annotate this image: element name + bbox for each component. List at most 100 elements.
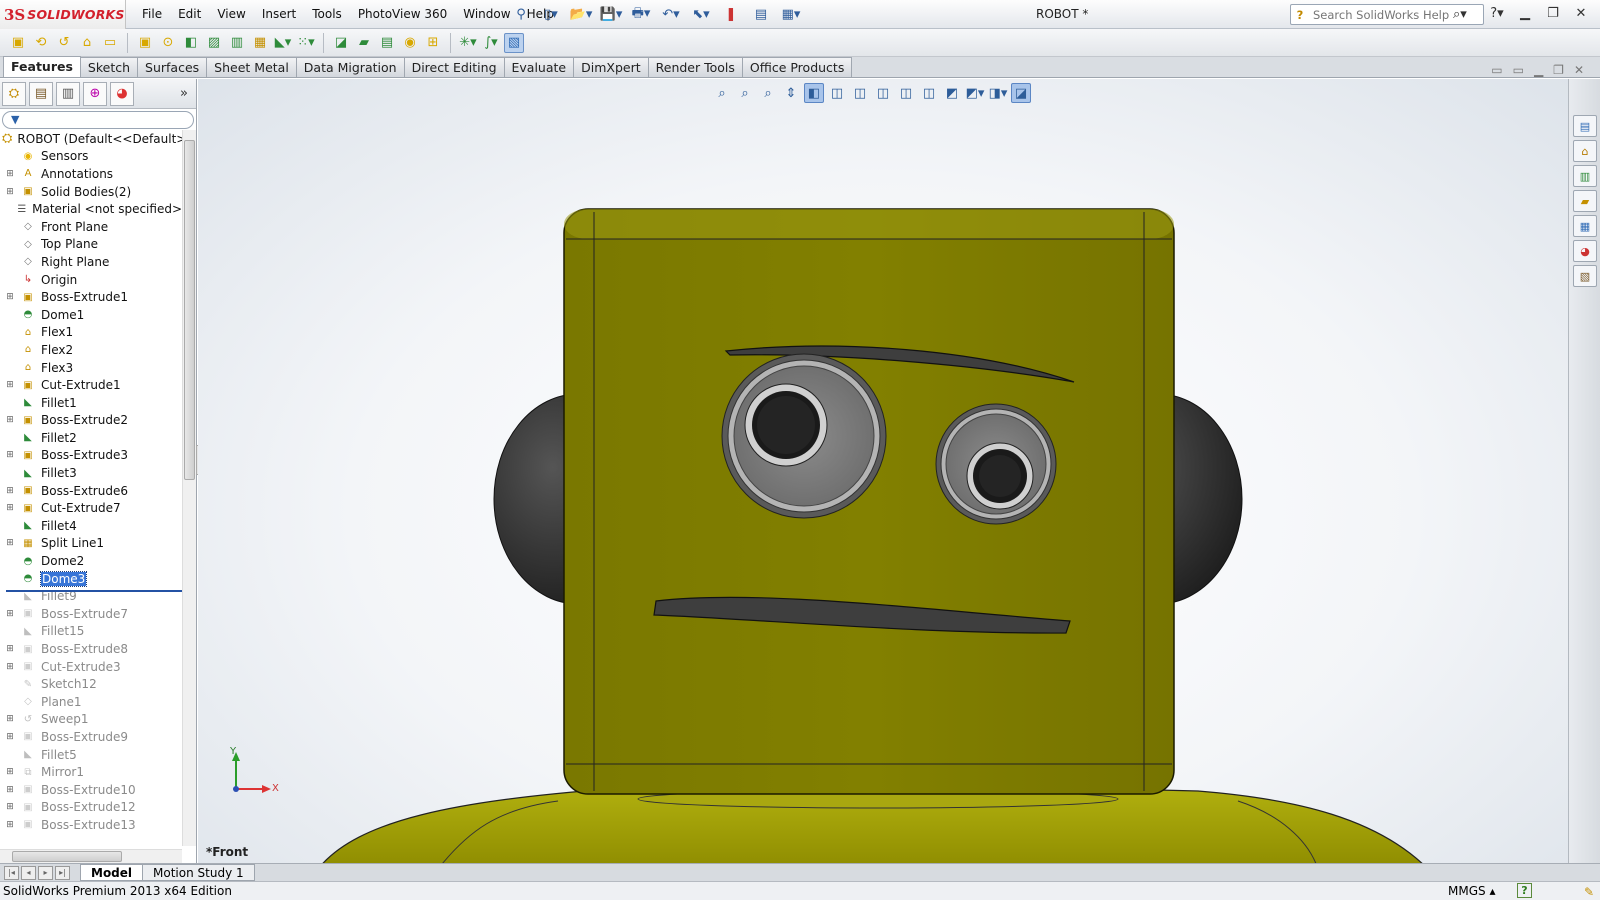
tree-item-boss-extrude3[interactable]: ⊞ ▣ Boss-Extrude3	[0, 447, 182, 465]
print-button[interactable]: 🖶▾	[628, 4, 654, 25]
doc-restore-icon[interactable]: ❐	[1553, 63, 1564, 77]
tree-item-boss-extrude1[interactable]: ⊞ ▣ Boss-Extrude1	[0, 288, 182, 306]
tree-item-fillet15[interactable]: ◣ Fillet15	[0, 623, 182, 641]
tree-item-sketch12[interactable]: ✎ Sketch12	[0, 675, 182, 693]
menu-insert[interactable]: Insert	[254, 0, 304, 29]
tree-item-flex1[interactable]: ⌂ Flex1	[0, 324, 182, 342]
tree-item-flex2[interactable]: ⌂ Flex2	[0, 341, 182, 359]
file-properties-button[interactable]: ▤	[748, 4, 774, 25]
tree-item-boss-extrude7[interactable]: ⊞ ▣ Boss-Extrude7	[0, 605, 182, 623]
tab-sketch[interactable]: Sketch	[79, 57, 139, 77]
tree-item-right-plane[interactable]: ◇ Right Plane	[0, 253, 182, 271]
boundary-boss-icon[interactable]: ▭	[100, 33, 120, 53]
menu-edit[interactable]: Edit	[170, 0, 209, 29]
help-dropdown-icon[interactable]: ?▾	[1486, 4, 1508, 24]
design-library-icon[interactable]: ▥	[1573, 165, 1597, 187]
search-icon[interactable]: ⌕▾	[1453, 7, 1467, 22]
tree-vertical-scrollbar[interactable]	[182, 130, 196, 846]
view-palette-icon[interactable]: ▦	[1573, 215, 1597, 237]
search-input[interactable]	[1313, 7, 1453, 22]
vertical-scroll-thumb[interactable]	[184, 140, 195, 480]
doc-close-icon[interactable]: ✕	[1574, 63, 1584, 77]
extruded-boss-icon[interactable]: ▣	[8, 33, 28, 53]
fillet-tool-icon[interactable]: ◣▾	[273, 33, 293, 53]
tab-direct-editing[interactable]: Direct Editing	[403, 57, 505, 77]
revolved-boss-icon[interactable]: ⟲	[31, 33, 51, 53]
save-button[interactable]: 💾▾	[598, 4, 624, 25]
menu-photoview-360[interactable]: PhotoView 360	[350, 0, 455, 29]
expand-icon[interactable]: ⊞	[5, 609, 15, 619]
tree-item-dome1[interactable]: ◓ Dome1	[0, 306, 182, 324]
swept-cut-icon[interactable]: ▨	[204, 33, 224, 53]
swept-boss-icon[interactable]: ↺	[54, 33, 74, 53]
quick-tips-icon[interactable]: ?	[1517, 883, 1532, 898]
expand-icon[interactable]: ⊞	[5, 662, 15, 672]
tab-dimxpert[interactable]: DimXpert	[573, 57, 649, 77]
minimize-icon[interactable]: ▁	[1514, 4, 1536, 24]
linear-pattern-icon[interactable]: ⁙▾	[296, 33, 316, 53]
expand-icon[interactable]: ⊞	[5, 538, 15, 548]
expand-icon[interactable]: ⊞	[5, 503, 15, 513]
tree-filter-input[interactable]: ▼	[2, 111, 194, 129]
expand-icon[interactable]: ⊞	[5, 169, 15, 179]
property-manager-tab-icon[interactable]: ▤	[29, 81, 53, 106]
new-document-button[interactable]: ▯▾	[538, 4, 564, 25]
tree-item-fillet5[interactable]: ◣ Fillet5	[0, 746, 182, 764]
first-tab-icon[interactable]: |◂	[4, 865, 19, 880]
rebuild-status-icon[interactable]: ✎	[1584, 883, 1594, 901]
open-button[interactable]: 📂▾	[568, 4, 594, 25]
configuration-manager-tab-icon[interactable]: ▥	[56, 81, 80, 106]
custom-properties-icon[interactable]: ▧	[1573, 265, 1597, 287]
tab-features[interactable]: Features	[3, 56, 81, 77]
wrap-icon[interactable]: ◉	[400, 33, 420, 53]
shell-icon[interactable]: ▤	[377, 33, 397, 53]
dimxpert-manager-tab-icon[interactable]: ⊕	[83, 81, 107, 106]
tree-item-fillet4[interactable]: ◣ Fillet4	[0, 517, 182, 535]
expand-icon[interactable]: ⊞	[5, 415, 15, 425]
tree-item-cut-extrude1[interactable]: ⊞ ▣ Cut-Extrude1	[0, 376, 182, 394]
unit-system-selector[interactable]: MMGS ▴	[1448, 882, 1495, 900]
tree-item-sweep1[interactable]: ⊞ ↺ Sweep1	[0, 711, 182, 729]
rebuild-button[interactable]: ❚	[718, 4, 744, 25]
tree-item-plane1[interactable]: ◇ Plane1	[0, 693, 182, 711]
tree-item-mirror1[interactable]: ⊞ ⧉ Mirror1	[0, 763, 182, 781]
hole-wizard-icon[interactable]: ⊙	[158, 33, 178, 53]
menu-file[interactable]: File	[134, 0, 170, 29]
lofted-boss-icon[interactable]: ⌂	[77, 33, 97, 53]
last-tab-icon[interactable]: ▸|	[55, 865, 70, 880]
tab-sheet-metal[interactable]: Sheet Metal	[206, 57, 297, 77]
tree-root-part[interactable]: ⛭ ROBOT (Default<<Default>_D	[0, 130, 182, 148]
graphics-area[interactable]: ⌕ ⌕ ⌕ ⇕ ◧ ◫ ◫ ◫ ◫ ◫ ◩ ◩▾ ◨▾ ◪ Y X *Front	[198, 79, 1568, 863]
tree-item-annotations[interactable]: ⊞ A Annotations	[0, 165, 182, 183]
restore-icon[interactable]: ❐	[1542, 4, 1564, 24]
expand-icon[interactable]: ⊞	[5, 732, 15, 742]
rib-icon[interactable]: ◪	[331, 33, 351, 53]
expand-icon[interactable]: ⊞	[5, 380, 15, 390]
expand-icon[interactable]: ⊞	[5, 292, 15, 302]
display-manager-tab-icon[interactable]: ◕	[110, 81, 134, 106]
tile-icon[interactable]: ▭	[1491, 63, 1502, 77]
bottom-tab-motion-study-1[interactable]: Motion Study 1	[142, 864, 255, 881]
tree-item-top-plane[interactable]: ◇ Top Plane	[0, 236, 182, 254]
feature-manager-tab-icon[interactable]: ⛭	[2, 81, 26, 106]
tab-data-migration[interactable]: Data Migration	[295, 57, 405, 77]
expand-icon[interactable]: ⊞	[5, 820, 15, 830]
expand-icon[interactable]: ⊞	[5, 785, 15, 795]
rollback-bar[interactable]	[6, 590, 182, 592]
boundary-cut-icon[interactable]: ▦	[250, 33, 270, 53]
tree-item-fillet2[interactable]: ◣ Fillet2	[0, 429, 182, 447]
select-button[interactable]: ⬉▾	[688, 4, 714, 25]
tree-item-fillet1[interactable]: ◣ Fillet1	[0, 394, 182, 412]
expand-icon[interactable]: ⊞	[5, 187, 15, 197]
tree-item-cut-extrude7[interactable]: ⊞ ▣ Cut-Extrude7	[0, 499, 182, 517]
tree-horizontal-scrollbar[interactable]	[0, 849, 182, 863]
cascade-icon[interactable]: ▭	[1513, 63, 1524, 77]
tree-item-fillet3[interactable]: ◣ Fillet3	[0, 464, 182, 482]
menu-view[interactable]: View	[209, 0, 253, 29]
instant3d-icon[interactable]: ▧	[504, 32, 524, 53]
appearances-icon[interactable]: ◕	[1573, 240, 1597, 262]
tree-item-sensors[interactable]: ◉ Sensors	[0, 148, 182, 166]
revolved-cut-icon[interactable]: ◧	[181, 33, 201, 53]
tab-office-products[interactable]: Office Products	[741, 57, 853, 77]
prev-tab-icon[interactable]: ◂	[21, 865, 36, 880]
